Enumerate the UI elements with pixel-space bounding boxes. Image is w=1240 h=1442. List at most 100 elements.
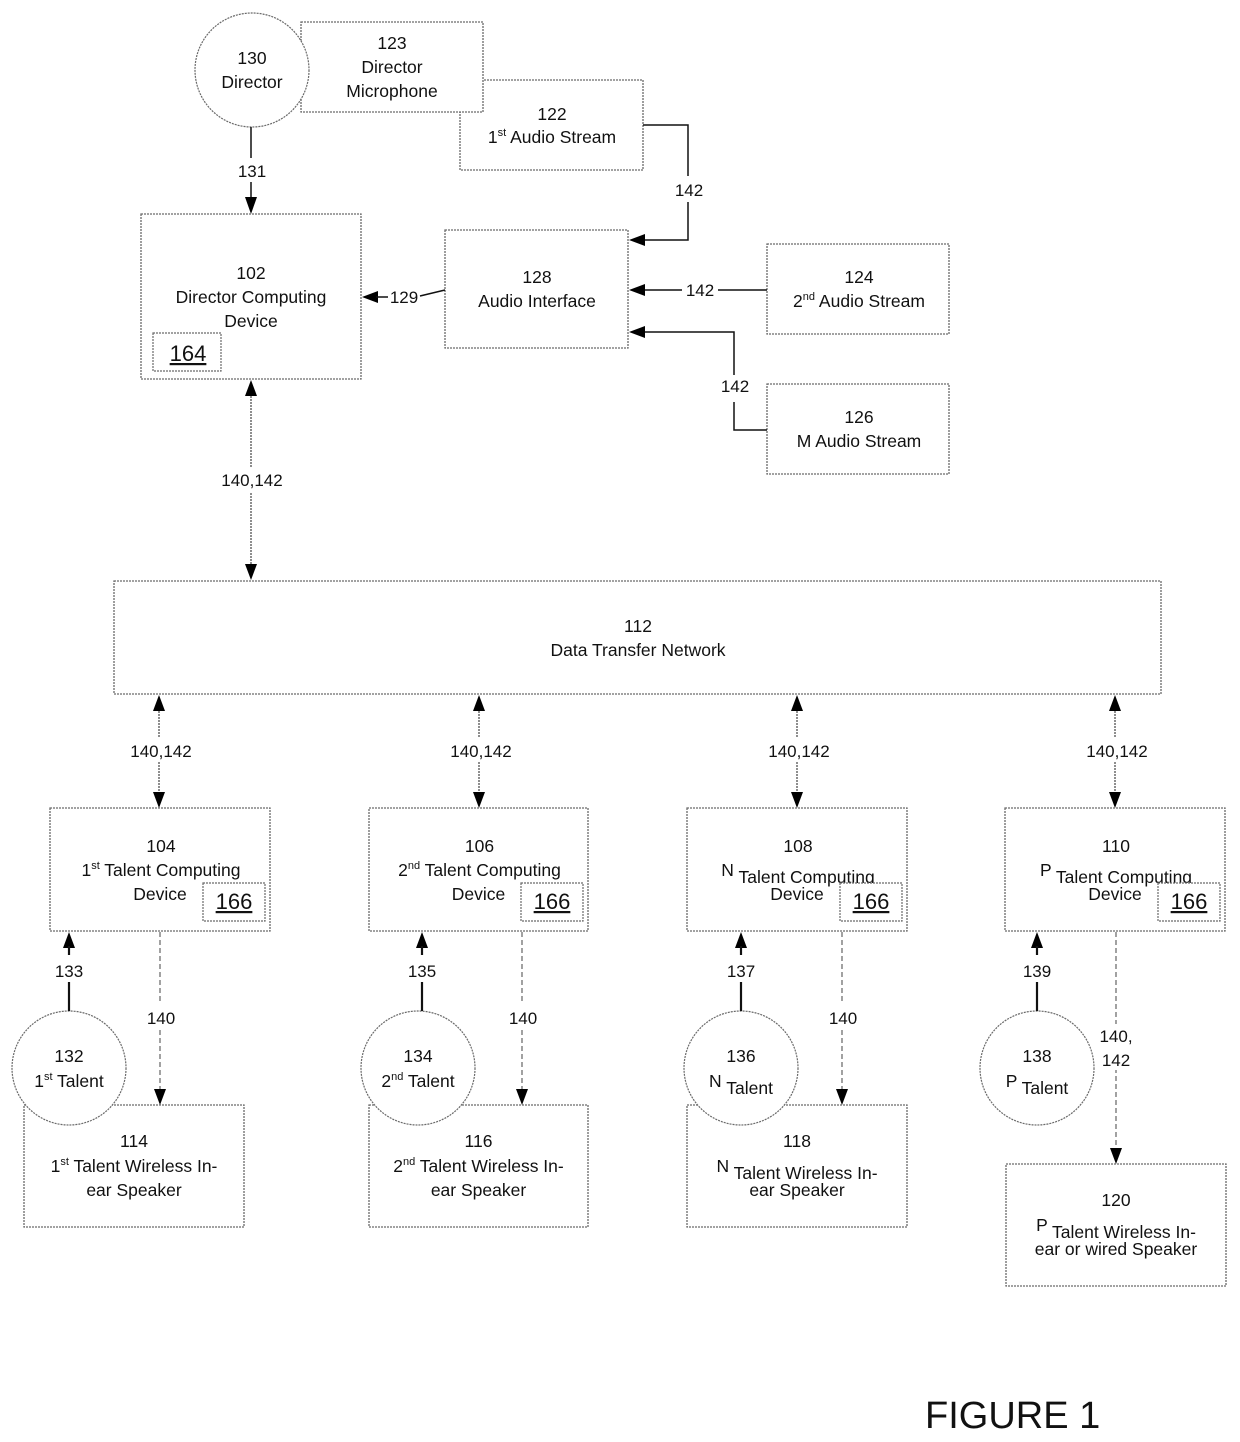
device-label-line1: 1st Talent Computing	[81, 860, 240, 880]
talent-node: 1321st Talent	[11, 1010, 127, 1126]
speaker-label-line1: 1st Talent Wireless In-	[51, 1156, 218, 1176]
edge-network-talent-device: 140,142	[1086, 695, 1148, 808]
talent-node: 136N Talent	[683, 1010, 799, 1126]
arrow-head-icon	[63, 932, 75, 948]
speaker-label-line2: ear or wired Speaker	[1035, 1239, 1198, 1259]
arrow-head-icon	[473, 792, 485, 808]
director-microphone-id: 123	[377, 33, 406, 53]
speaker-label-line2: ear Speaker	[431, 1180, 527, 1200]
arrow-head-icon	[629, 234, 645, 246]
edge-label-talent: 135	[408, 962, 436, 981]
arrow-head-icon	[154, 1089, 166, 1105]
speaker-node: 116 2nd Talent Wireless In-ear Speaker	[368, 1104, 589, 1228]
director-id: 130	[237, 48, 266, 68]
system-diagram: 122 1st Audio Stream 123 Director Microp…	[11, 12, 1227, 1437]
audio-stream-m-label: M Audio Stream	[797, 431, 922, 451]
speaker-id: 118	[783, 1131, 811, 1151]
talent-column-3: 140,142 118N Talent Wireless In-ear Speak…	[683, 695, 908, 1228]
talent-column-4: 140, 142 120P Talent Wireless In-ear or wi…	[979, 695, 1227, 1287]
edge-talent-to-device: 139	[1023, 932, 1051, 1011]
talent-column-1: 140,142 114 1st Talent Wireless In-ear Spe…	[11, 695, 271, 1228]
device-module-166: 166	[853, 889, 890, 914]
device-module-166: 166	[216, 889, 253, 914]
director-microphone-node: 123 Director Microphone	[300, 21, 484, 113]
arrow-head-icon	[1109, 695, 1121, 711]
device-label-line2: Device	[133, 884, 187, 904]
director-label: Director	[221, 72, 282, 92]
audio-stream-m-node: 126 M Audio Stream	[766, 383, 950, 475]
network-label: Data Transfer Network	[550, 640, 725, 660]
edge-label-140-142: 140,142	[130, 742, 191, 761]
edge-device-to-speaker: 140	[829, 932, 857, 1105]
device-module-166: 166	[1171, 889, 1208, 914]
edge-label-140: 140	[147, 1009, 175, 1028]
talent-column-2: 140,142 116 2nd Talent Wireless In-ear Spe…	[360, 695, 589, 1228]
edge-label-140-142: 140,142	[1086, 742, 1147, 761]
device-id: 108	[783, 836, 812, 856]
edge-label-140: 140	[509, 1009, 537, 1028]
edge-talent-to-device: 133	[55, 932, 83, 1011]
edge-label-131: 131	[238, 162, 266, 181]
audio-stream-2-id: 124	[844, 267, 873, 287]
arrow-head-icon	[153, 695, 165, 711]
talent-node: 138P Talent	[979, 1010, 1095, 1126]
edge-network-talent-device: 140,142	[768, 695, 830, 808]
edge-label-140-142-director: 140,142	[221, 471, 282, 490]
arrow-head-icon	[245, 197, 257, 214]
speaker-node: 118N Talent Wireless In-ear Speaker	[686, 1104, 908, 1228]
speaker-label-line2: ear Speaker	[749, 1180, 845, 1200]
edge-talent-to-device: 137	[727, 932, 755, 1011]
device-label-line2: Device	[1088, 884, 1142, 904]
director-node: 130 Director	[194, 12, 310, 128]
director-device-line2: Device	[224, 311, 278, 331]
arrow-head-icon	[1109, 792, 1121, 808]
audio-interface-id: 128	[522, 267, 551, 287]
edge-label-142-a: 142	[675, 181, 703, 200]
arrow-head-icon	[153, 792, 165, 808]
edge-label-talent: 139	[1023, 962, 1051, 981]
audio-stream-1-label: 1st Audio Stream	[488, 127, 616, 147]
device-label-line1: 2nd Talent Computing	[398, 860, 561, 880]
speaker-node: 120P Talent Wireless In-ear or wired Spe…	[1005, 1163, 1227, 1287]
edge-label-142-c: 142	[721, 377, 749, 396]
arrow-head-icon	[791, 695, 803, 711]
figure-label: FIGURE 1	[925, 1395, 1100, 1437]
edge-label-140-142: 140,142	[450, 742, 511, 761]
edge-talent-to-device: 135	[408, 932, 436, 1011]
edge-label-142-b: 142	[686, 281, 714, 300]
edge-label-142-p: 142	[1102, 1051, 1130, 1070]
audio-stream-1-node: 122 1st Audio Stream	[459, 79, 644, 171]
edge-label-129: 129	[390, 288, 418, 307]
edge-label-140-142: 140,142	[768, 742, 829, 761]
arrow-head-icon	[1110, 1148, 1122, 1164]
edge-network-talent-device: 140,142	[450, 695, 512, 808]
edge-device-to-speaker: 140	[509, 932, 537, 1105]
arrow-head-icon	[629, 284, 645, 296]
edge-label-140: 140	[829, 1009, 857, 1028]
talent-node: 1342nd Talent	[360, 1010, 476, 1126]
device-id: 106	[465, 836, 494, 856]
talent-computing-device-node: 110P Talent ComputingDevice 166	[1004, 807, 1226, 932]
director-device-line1: Director Computing	[176, 287, 327, 307]
arrow-head-icon	[362, 291, 378, 303]
arrow-head-icon	[245, 564, 257, 580]
edge-interface-to-device: 129	[362, 288, 446, 307]
device-id: 110	[1102, 836, 1130, 856]
edge-label-talent: 137	[727, 962, 755, 981]
edge-network-talent-device: 140,142	[130, 695, 192, 808]
edge-device-network: 140,142	[221, 380, 283, 580]
audio-stream-1-id: 122	[537, 104, 566, 124]
audio-stream-m-id: 126	[844, 407, 873, 427]
speaker-id: 116	[465, 1131, 493, 1151]
director-device-module-164: 164	[170, 341, 207, 366]
talent-computing-device-node: 104 1st Talent Computing Device 166	[49, 807, 271, 932]
network-id: 112	[624, 616, 652, 636]
edge-label-talent: 133	[55, 962, 83, 981]
edge-label-140-p: 140,	[1099, 1027, 1132, 1046]
director-device-id: 102	[236, 263, 265, 283]
speaker-label-line1: 2nd Talent Wireless In-	[393, 1156, 564, 1176]
speaker-label-line2: ear Speaker	[86, 1180, 182, 1200]
arrow-head-icon	[836, 1089, 848, 1105]
edge-streamm-to-interface: 142	[629, 326, 767, 431]
director-microphone-line2: Microphone	[346, 81, 437, 101]
